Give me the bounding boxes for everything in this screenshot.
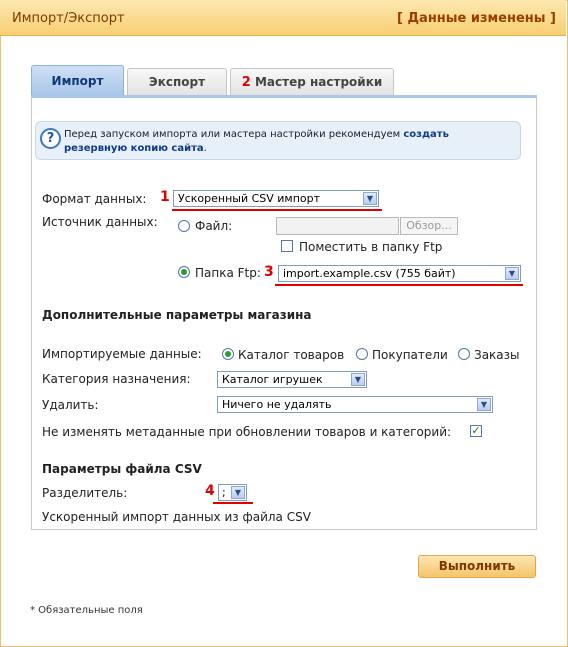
option-catalog: Каталог товаров (238, 348, 345, 362)
underline-3 (275, 284, 523, 286)
delete-value: Ничего не удалять (222, 398, 332, 411)
csv-section-title: Параметры файла CSV (42, 462, 202, 476)
marker-3: 3 (264, 264, 274, 280)
run-button[interactable]: Выполнить (418, 555, 536, 578)
keep-meta-checkbox[interactable]: ✓ (470, 425, 482, 437)
status-indicator: [ Данные изменены ] (397, 11, 556, 26)
option-orders: Заказы (474, 348, 520, 362)
category-label: Категория назначения: (42, 372, 191, 386)
ftp-label: Папка Ftp: (195, 266, 261, 280)
shop-section-title: Дополнительные параметры магазина (42, 308, 312, 322)
category-select[interactable]: Каталог игрушек ▼ (217, 371, 367, 388)
tab-export[interactable]: Экспорт (127, 68, 227, 95)
radio-file[interactable] (178, 220, 190, 232)
underline-1 (172, 209, 382, 211)
source-label: Источник данных: (42, 215, 158, 229)
chevron-down-icon: ▼ (363, 192, 377, 205)
option-customers: Покупатели (372, 348, 448, 362)
radio-orders[interactable] (458, 348, 470, 360)
underline-4 (213, 502, 253, 504)
help-icon: ? (40, 128, 61, 149)
put-ftp-checkbox[interactable] (281, 240, 293, 252)
marker-4: 4 (205, 483, 215, 499)
format-label: Формат данных: (42, 192, 147, 206)
radio-ftp[interactable] (178, 266, 190, 278)
chevron-down-icon: ▼ (351, 373, 365, 386)
chevron-down-icon: ▼ (477, 398, 491, 411)
page-header: Импорт/Экспорт [ Данные изменены ] (0, 0, 566, 36)
tab-setup-wizard[interactable]: 2 Мастер настройки (230, 68, 394, 95)
radio-customers[interactable] (356, 348, 368, 360)
ftp-file-value: import.example.csv (755 байт) (283, 267, 456, 280)
marker-2: 2 (241, 75, 251, 90)
ftp-file-select[interactable]: import.example.csv (755 байт) ▼ (278, 265, 521, 282)
file-label: Файл: (195, 219, 233, 233)
keep-meta-label: Не изменять метаданные при обновлении то… (42, 425, 452, 439)
delete-select[interactable]: Ничего не удалять ▼ (217, 396, 493, 413)
required-fields-note: * Обязательные поля (30, 605, 143, 616)
info-text-after: . (203, 143, 207, 154)
info-text: Перед запуском импорта или мастера настр… (64, 128, 514, 156)
format-select[interactable]: Ускоренный CSV импорт ▼ (173, 190, 379, 207)
chevron-down-icon: ▼ (231, 486, 245, 499)
tab-import[interactable]: Импорт (31, 65, 124, 95)
category-value: Каталог игрушек (222, 373, 323, 386)
page-title: Импорт/Экспорт (12, 11, 125, 26)
format-select-value: Ускоренный CSV импорт (178, 192, 321, 205)
put-ftp-label: Поместить в папку Ftp (299, 240, 443, 254)
browse-button[interactable]: Обзор... (400, 217, 458, 235)
separator-value: ; (222, 486, 226, 499)
separator-label: Разделитель: (42, 486, 128, 500)
info-text-before: Перед запуском импорта или мастера настр… (64, 129, 404, 140)
delete-label: Удалить: (42, 398, 99, 412)
csv-description: Ускоренный импорт данных из файла CSV (42, 510, 311, 524)
info-box: ? Перед запуском импорта или мастера нас… (35, 121, 521, 160)
tab-setup-wizard-label: Мастер настройки (254, 75, 383, 89)
radio-catalog[interactable] (222, 348, 234, 360)
separator-select[interactable]: ; ▼ (218, 484, 247, 501)
imported-data-label: Импортируемые данные: (42, 347, 202, 361)
chevron-down-icon: ▼ (505, 267, 519, 280)
marker-1: 1 (160, 189, 170, 205)
file-input[interactable] (276, 217, 399, 235)
